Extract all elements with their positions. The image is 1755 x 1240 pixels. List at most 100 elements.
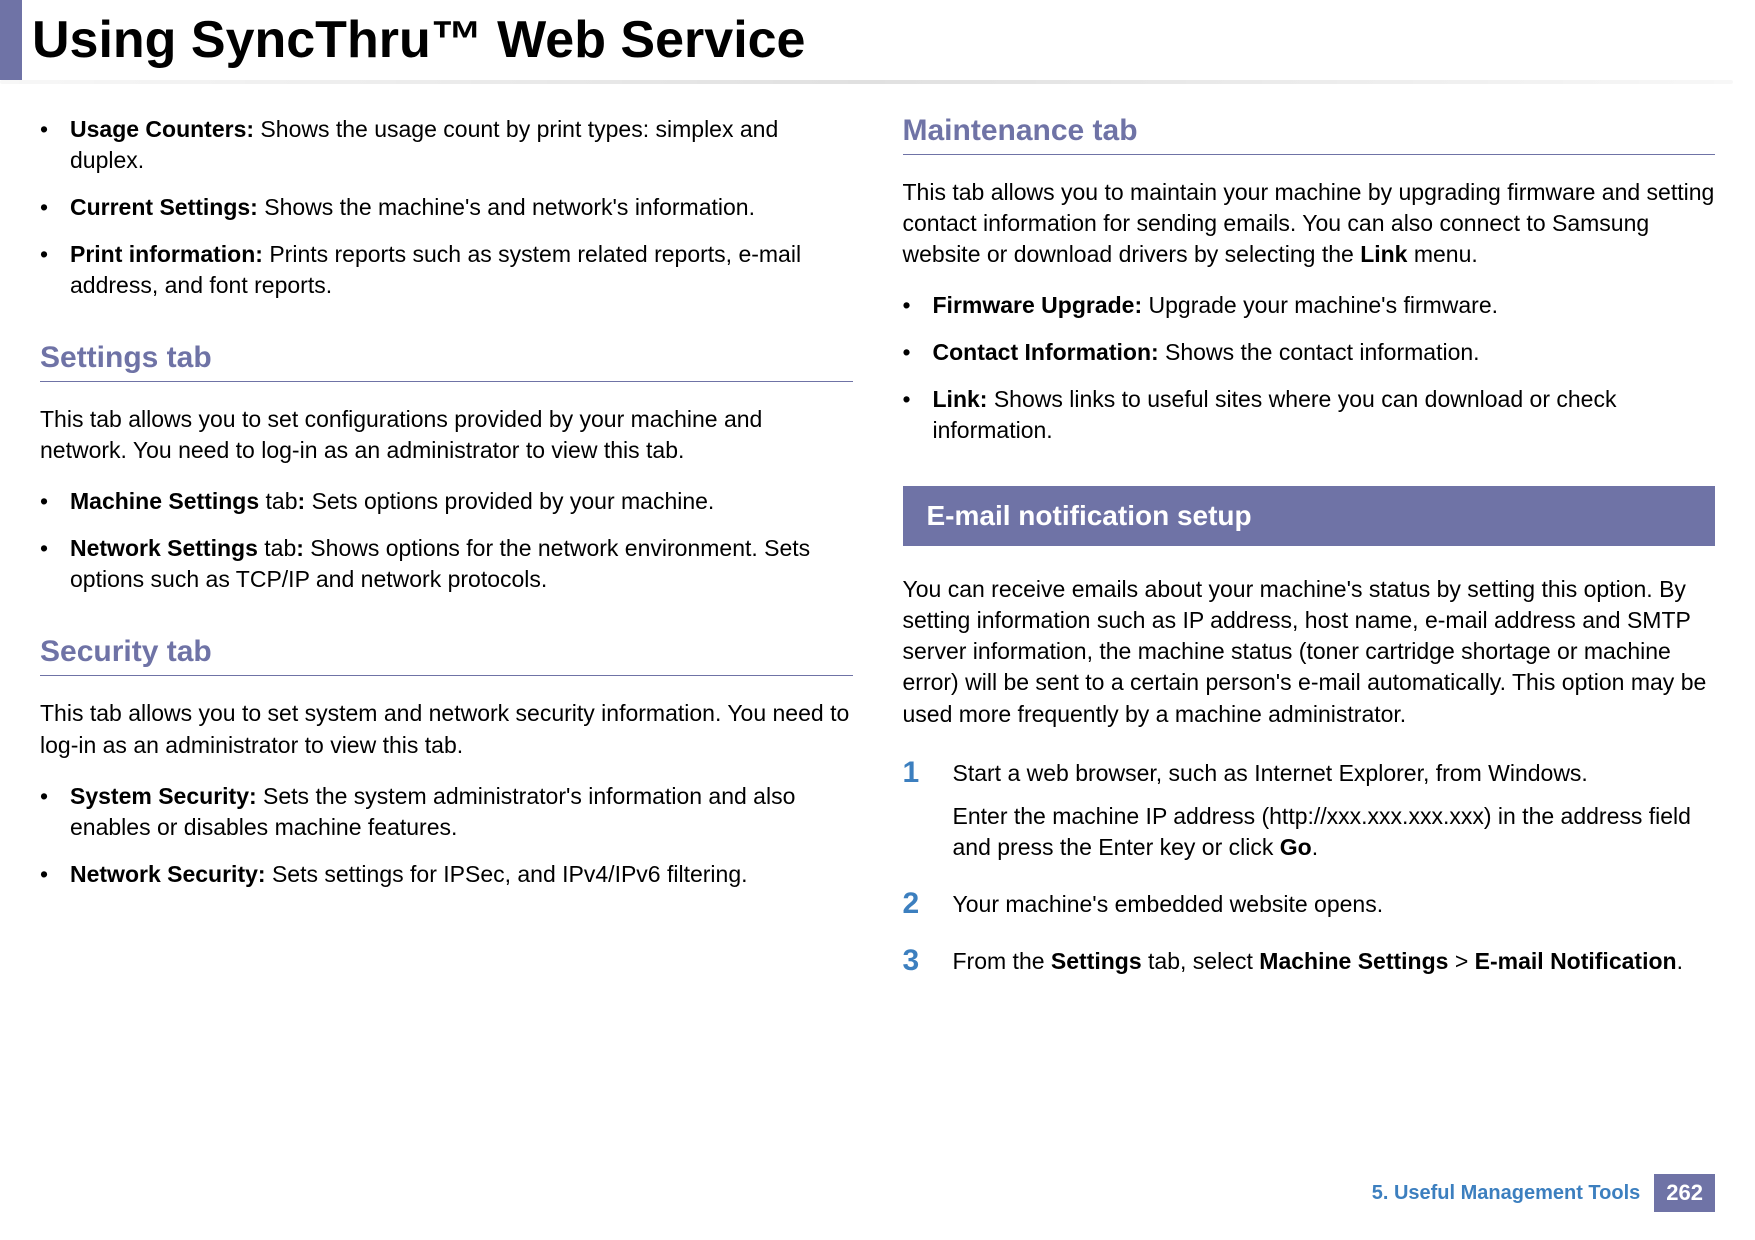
list-item: • Link: Shows links to useful sites wher… bbox=[903, 384, 1716, 446]
list-desc: Shows the contact information. bbox=[1159, 339, 1480, 365]
step-3: 3 From the Settings tab, select Machine … bbox=[903, 946, 1716, 977]
step-1-p1: Start a web browser, such as Internet Ex… bbox=[953, 758, 1716, 789]
page-number: 262 bbox=[1654, 1174, 1715, 1212]
bullet-icon: • bbox=[903, 384, 933, 446]
step-1-p2: Enter the machine IP address (http://xxx… bbox=[953, 801, 1716, 863]
list-desc: Upgrade your machine's firmware. bbox=[1142, 292, 1498, 318]
settings-intro: This tab allows you to set configuration… bbox=[40, 404, 853, 466]
list-item: • Network Settings tab: Shows options fo… bbox=[40, 533, 853, 595]
step-number: 3 bbox=[903, 946, 953, 977]
step-text: Start a web browser, such as Internet Ex… bbox=[953, 758, 1716, 863]
footer-chapter-label: 5. Useful Management Tools bbox=[1372, 1182, 1641, 1205]
security-intro: This tab allows you to set system and ne… bbox=[40, 698, 853, 760]
page-footer: 5. Useful Management Tools 262 bbox=[1372, 1174, 1715, 1212]
list-mid: tab bbox=[259, 488, 297, 514]
section-title-security: Security tab bbox=[40, 635, 853, 669]
step-1: 1 Start a web browser, such as Internet … bbox=[903, 758, 1716, 863]
settings-bullet-list: • Machine Settings tab: Sets options pro… bbox=[40, 486, 853, 595]
list-content: Contact Information: Shows the contact i… bbox=[933, 337, 1716, 368]
section-title-maintenance: Maintenance tab bbox=[903, 114, 1716, 148]
step-3-b2: Machine Settings bbox=[1259, 948, 1448, 974]
step-text: From the Settings tab, select Machine Se… bbox=[953, 946, 1716, 977]
steps-list: 1 Start a web browser, such as Internet … bbox=[903, 758, 1716, 977]
bullet-icon: • bbox=[40, 781, 70, 843]
list-label: System Security: bbox=[70, 783, 257, 809]
step-1-p2-pre: Enter the machine IP address (http://xxx… bbox=[953, 803, 1691, 860]
list-desc: Sets settings for IPSec, and IPv4/IPv6 f… bbox=[266, 861, 748, 887]
step-text: Your machine's embedded website opens. bbox=[953, 889, 1716, 920]
list-content: Network Settings tab: Shows options for … bbox=[70, 533, 853, 595]
email-setup-intro: You can receive emails about your machin… bbox=[903, 574, 1716, 729]
list-colon: : bbox=[296, 535, 304, 561]
bullet-icon: • bbox=[40, 859, 70, 890]
security-bullet-list: • System Security: Sets the system admin… bbox=[40, 781, 853, 890]
list-content: Current Settings: Shows the machine's an… bbox=[70, 192, 853, 223]
page-header: Using SyncThru™ Web Service bbox=[0, 0, 1755, 80]
step-number: 1 bbox=[903, 758, 953, 863]
section-title-settings: Settings tab bbox=[40, 341, 853, 375]
list-label: Usage Counters: bbox=[70, 116, 254, 142]
step-2: 2 Your machine's embedded website opens. bbox=[903, 889, 1716, 920]
page-title: Using SyncThru™ Web Service bbox=[22, 0, 805, 80]
top-bullet-list: • Usage Counters: Shows the usage count … bbox=[40, 114, 853, 301]
section-divider bbox=[40, 675, 853, 676]
step-1-p2-post: . bbox=[1312, 834, 1318, 860]
list-label: Current Settings: bbox=[70, 194, 258, 220]
bullet-icon: • bbox=[40, 239, 70, 301]
list-label: Contact Information: bbox=[933, 339, 1159, 365]
list-label: Network Security: bbox=[70, 861, 266, 887]
list-label: Print information: bbox=[70, 241, 263, 267]
maintenance-intro-post: menu. bbox=[1407, 241, 1477, 267]
step-3-post: . bbox=[1677, 948, 1683, 974]
list-label: Network Settings bbox=[70, 535, 258, 561]
list-item: • Current Settings: Shows the machine's … bbox=[40, 192, 853, 223]
list-content: Usage Counters: Shows the usage count by… bbox=[70, 114, 853, 176]
step-3-mid2: > bbox=[1448, 948, 1474, 974]
list-content: Machine Settings tab: Sets options provi… bbox=[70, 486, 853, 517]
bullet-icon: • bbox=[903, 337, 933, 368]
step-3-b3: E-mail Notification bbox=[1475, 948, 1677, 974]
step-1-p2-bold: Go bbox=[1280, 834, 1312, 860]
step-3-mid1: tab, select bbox=[1142, 948, 1260, 974]
list-label: Machine Settings bbox=[70, 488, 259, 514]
list-label: Firmware Upgrade: bbox=[933, 292, 1143, 318]
right-column: Maintenance tab This tab allows you to m… bbox=[903, 114, 1716, 1003]
bullet-icon: • bbox=[40, 114, 70, 176]
list-desc: Shows links to useful sites where you ca… bbox=[933, 386, 1617, 443]
step-2-text: Your machine's embedded website opens. bbox=[953, 889, 1716, 920]
list-item: • System Security: Sets the system admin… bbox=[40, 781, 853, 843]
step-3-text: From the Settings tab, select Machine Se… bbox=[953, 946, 1716, 977]
list-content: Print information: Prints reports such a… bbox=[70, 239, 853, 301]
list-content: Firmware Upgrade: Upgrade your machine's… bbox=[933, 290, 1716, 321]
list-content: System Security: Sets the system adminis… bbox=[70, 781, 853, 843]
list-desc: Shows the machine's and network's inform… bbox=[258, 194, 755, 220]
list-item: • Contact Information: Shows the contact… bbox=[903, 337, 1716, 368]
step-number: 2 bbox=[903, 889, 953, 920]
list-desc: Sets options provided by your machine. bbox=[305, 488, 714, 514]
list-item: • Usage Counters: Shows the usage count … bbox=[40, 114, 853, 176]
bullet-icon: • bbox=[40, 533, 70, 595]
list-label: Link: bbox=[933, 386, 988, 412]
left-column: • Usage Counters: Shows the usage count … bbox=[40, 114, 853, 1003]
list-content: Link: Shows links to useful sites where … bbox=[933, 384, 1716, 446]
list-mid: tab bbox=[258, 535, 296, 561]
bullet-icon: • bbox=[40, 192, 70, 223]
maintenance-intro-bold: Link bbox=[1360, 241, 1407, 267]
list-item: • Firmware Upgrade: Upgrade your machine… bbox=[903, 290, 1716, 321]
bullet-icon: • bbox=[903, 290, 933, 321]
bullet-icon: • bbox=[40, 486, 70, 517]
content-columns: • Usage Counters: Shows the usage count … bbox=[0, 84, 1755, 1003]
maintenance-intro-pre: This tab allows you to maintain your mac… bbox=[903, 179, 1715, 267]
section-divider bbox=[40, 381, 853, 382]
maintenance-bullet-list: • Firmware Upgrade: Upgrade your machine… bbox=[903, 290, 1716, 446]
maintenance-intro: This tab allows you to maintain your mac… bbox=[903, 177, 1716, 270]
section-block-email-setup: E-mail notification setup bbox=[903, 486, 1716, 546]
list-item: • Machine Settings tab: Sets options pro… bbox=[40, 486, 853, 517]
step-3-b1: Settings bbox=[1051, 948, 1142, 974]
header-accent-bar bbox=[0, 0, 22, 80]
list-item: • Print information: Prints reports such… bbox=[40, 239, 853, 301]
step-3-pre: From the bbox=[953, 948, 1051, 974]
list-item: • Network Security: Sets settings for IP… bbox=[40, 859, 853, 890]
list-content: Network Security: Sets settings for IPSe… bbox=[70, 859, 853, 890]
section-divider bbox=[903, 154, 1716, 155]
